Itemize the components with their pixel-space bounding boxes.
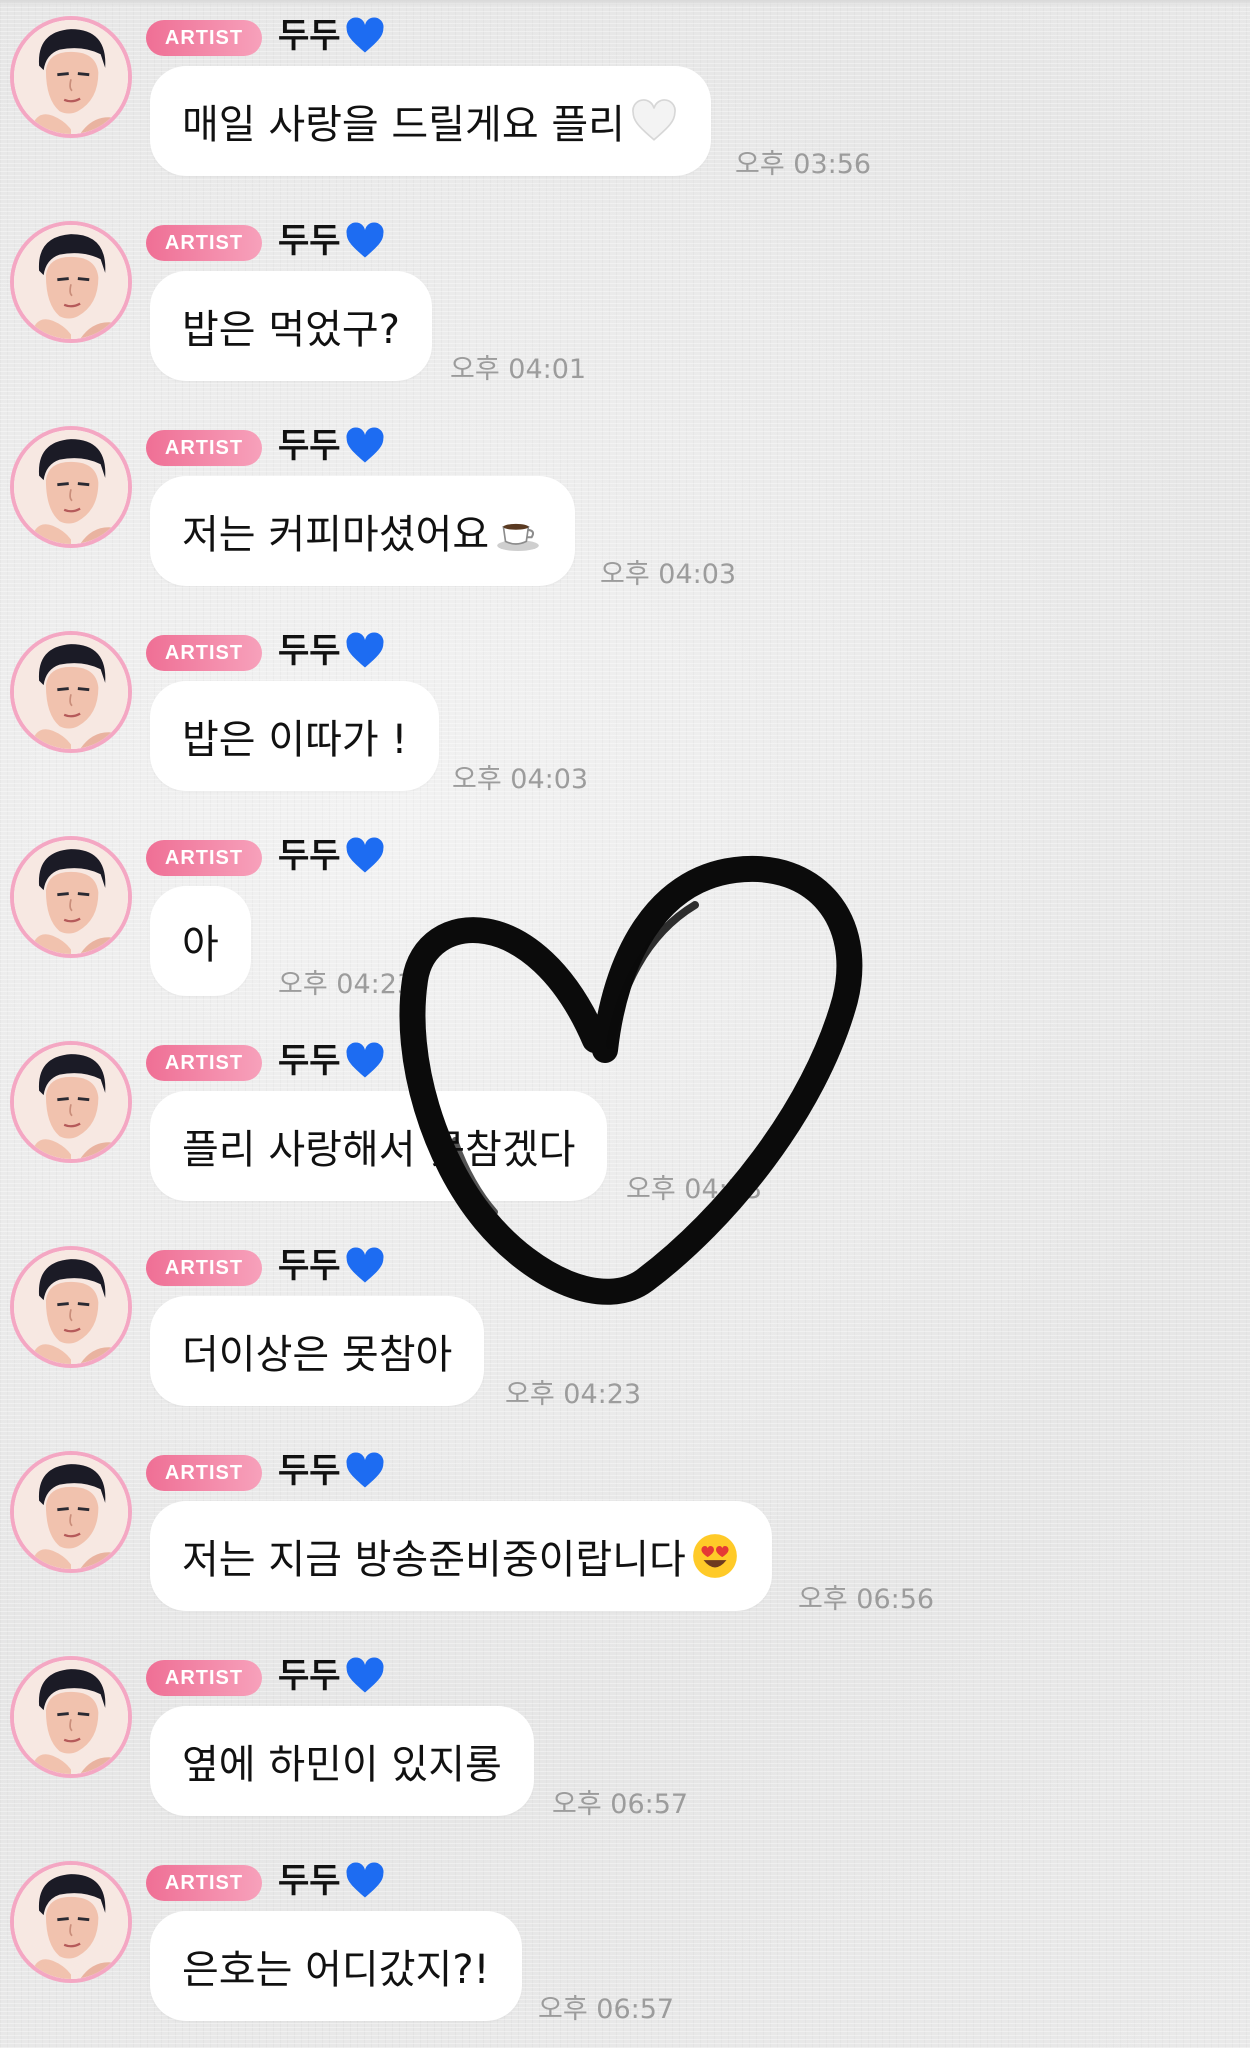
blue-heart-icon [346, 1657, 384, 1693]
artist-avatar[interactable] [10, 426, 132, 548]
chat-message: ARTIST 두두 아 오후 04:23 [0, 820, 1250, 1020]
message-time: 오후 06:57 [552, 1789, 689, 1820]
message-time: 오후 04:03 [600, 559, 737, 590]
message-text: 더이상은 못참아 [182, 1332, 453, 1378]
sender-name: 두두 [278, 836, 341, 876]
chat-message: ARTIST 두두 저는 커피마셨어요 오후 04:03 [0, 410, 1250, 610]
artist-badge: ARTIST [146, 1250, 262, 1286]
sender-name: 두두 [278, 631, 341, 671]
sender: 두두 [278, 832, 387, 880]
message-time: 오후 06:56 [798, 1584, 935, 1615]
artist-badge: ARTIST [146, 635, 262, 671]
artist-badge: ARTIST [146, 1865, 262, 1901]
blue-heart-icon [346, 1247, 384, 1283]
sender: 두두 [278, 627, 387, 675]
artist-badge: ARTIST [146, 430, 262, 466]
blue-heart-icon [346, 1862, 384, 1898]
artist-avatar[interactable] [10, 1861, 132, 1983]
blue-heart-icon [346, 1452, 384, 1488]
message-text: 플리 사랑해서 못참겠다 [182, 1127, 576, 1173]
artist-avatar[interactable] [10, 1041, 132, 1163]
sender: 두두 [278, 1857, 387, 1905]
message-time: 오후 04:01 [450, 354, 587, 385]
message-bubble[interactable]: 저는 지금 방송준비중이랍니다 [150, 1501, 772, 1611]
artist-avatar[interactable] [10, 1246, 132, 1368]
sender-name: 두두 [278, 1246, 341, 1286]
sender: 두두 [278, 12, 387, 60]
message-time: 오후 04:23 [278, 969, 415, 1000]
blue-heart-icon [346, 427, 384, 463]
message-bubble[interactable]: 매일 사랑을 드릴게요 플리 [150, 66, 711, 176]
sender: 두두 [278, 1037, 387, 1085]
sender-name: 두두 [278, 1861, 341, 1901]
artist-badge: ARTIST [146, 1045, 262, 1081]
sender: 두두 [278, 422, 387, 470]
message-text: 아 [182, 922, 219, 968]
chat-message: ARTIST 두두 밥은 먹었구? 오후 04:01 [0, 205, 1250, 405]
blue-heart-icon [346, 1042, 384, 1078]
artist-avatar[interactable] [10, 16, 132, 138]
sender-name: 두두 [278, 426, 341, 466]
sender: 두두 [278, 1447, 387, 1495]
message-text: 은호는 어디갔지?! [182, 1947, 490, 1993]
message-time: 오후 06:57 [538, 1994, 675, 2025]
sender-name: 두두 [278, 1451, 341, 1491]
chat-message: ARTIST 두두 저는 지금 방송준비중이랍니다 오후 06:56 [0, 1435, 1250, 1635]
sender-name: 두두 [278, 1041, 341, 1081]
message-bubble[interactable]: 아 [150, 886, 251, 996]
message-time: 오후 03:56 [735, 149, 872, 180]
chat-message: ARTIST 두두 더이상은 못참아 오후 04:23 [0, 1230, 1250, 1430]
message-text: 저는 커피마셨어요 [182, 512, 490, 558]
message-time: 오후 04:23 [505, 1379, 642, 1410]
message-text: 밥은 이따가 ! [182, 717, 408, 763]
message-text: 매일 사랑을 드릴게요 플리 [182, 102, 625, 148]
heart-eyes-icon [692, 1534, 737, 1578]
sender-name: 두두 [278, 16, 341, 56]
artist-badge: ARTIST [146, 840, 262, 876]
chat-message: ARTIST 두두 밥은 이따가 ! 오후 04:03 [0, 615, 1250, 815]
artist-badge: ARTIST [146, 1455, 262, 1491]
message-text: 밥은 먹었구? [182, 307, 400, 353]
sender: 두두 [278, 1652, 387, 1700]
sender-name: 두두 [278, 1656, 341, 1696]
message-bubble[interactable]: 저는 커피마셨어요 [150, 476, 576, 586]
artist-avatar[interactable] [10, 1656, 132, 1778]
message-bubble[interactable]: 은호는 어디갔지?! [150, 1911, 522, 2021]
sender: 두두 [278, 217, 387, 265]
artist-badge: ARTIST [146, 225, 262, 261]
message-bubble[interactable]: 옆에 하민이 있지롱 [150, 1706, 534, 1816]
chat-message: ARTIST 두두 매일 사랑을 드릴게요 플리 오후 03:56 [0, 0, 1250, 200]
blue-heart-icon [346, 632, 384, 668]
message-text: 저는 지금 방송준비중이랍니다 [182, 1537, 686, 1583]
artist-avatar[interactable] [10, 1451, 132, 1573]
message-bubble[interactable]: 밥은 이따가 ! [150, 681, 440, 791]
artist-avatar[interactable] [10, 836, 132, 958]
sender-name: 두두 [278, 221, 341, 261]
message-bubble[interactable]: 밥은 먹었구? [150, 271, 432, 381]
blue-heart-icon [346, 17, 384, 53]
artist-badge: ARTIST [146, 1660, 262, 1696]
artist-badge: ARTIST [146, 20, 262, 56]
blue-heart-icon [346, 837, 384, 873]
chat-message: ARTIST 두두 은호는 어디갔지?! 오후 06:57 [0, 1845, 1250, 2045]
chat-message: ARTIST 두두 옆에 하민이 있지롱 오후 06:57 [0, 1640, 1250, 1840]
coffee-icon [497, 523, 539, 551]
chat-message: ARTIST 두두 플리 사랑해서 못참겠다 오후 04:23 [0, 1025, 1250, 1225]
sender: 두두 [278, 1242, 387, 1290]
artist-avatar[interactable] [10, 221, 132, 343]
message-bubble[interactable]: 더이상은 못참아 [150, 1296, 485, 1406]
message-bubble[interactable]: 플리 사랑해서 못참겠다 [150, 1091, 608, 1201]
artist-avatar[interactable] [10, 631, 132, 753]
white-heart-icon [632, 99, 676, 141]
blue-heart-icon [346, 222, 384, 258]
message-time: 오후 04:03 [452, 764, 589, 795]
message-text: 옆에 하민이 있지롱 [182, 1742, 502, 1788]
message-time: 오후 04:23 [626, 1174, 763, 1205]
